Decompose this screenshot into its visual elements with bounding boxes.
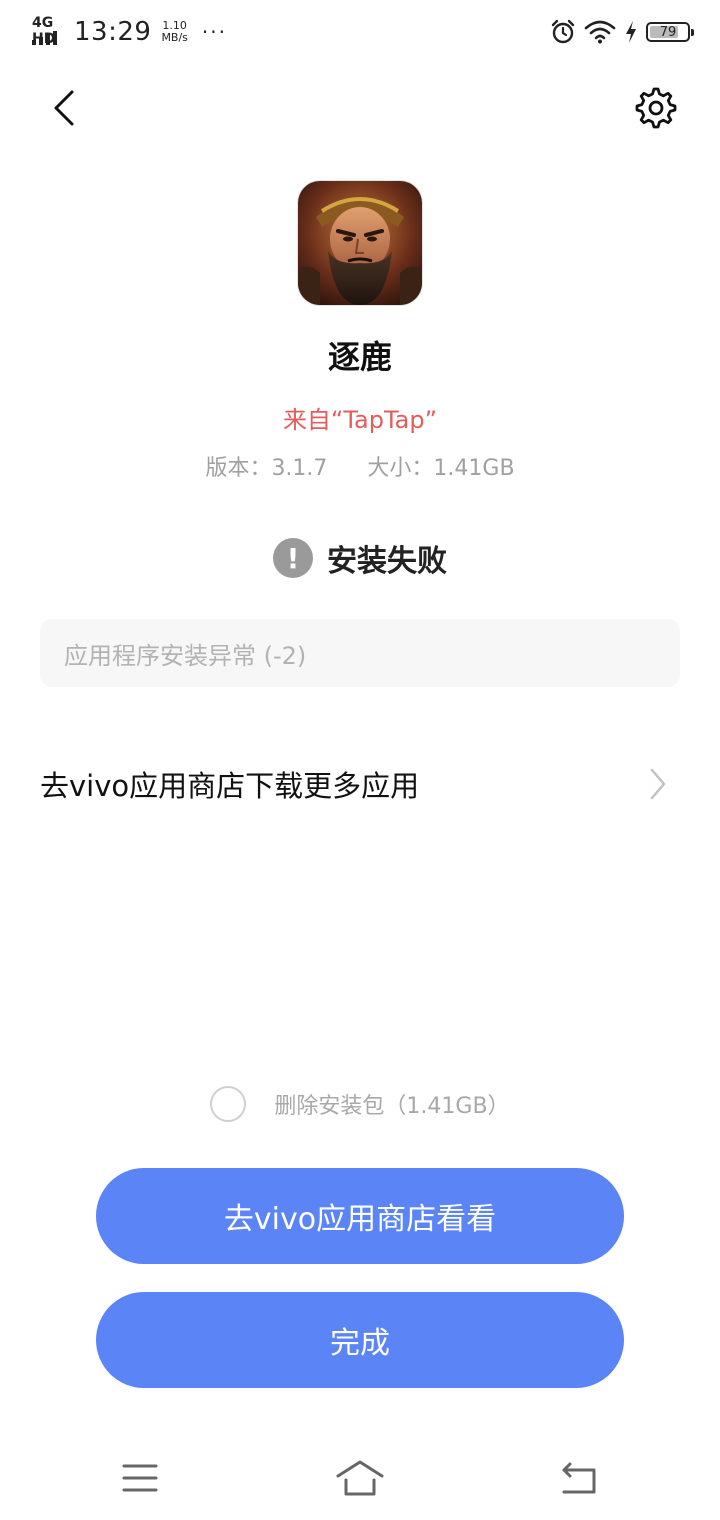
exclamation-icon: ! [273,538,313,578]
app-source: 来自“TapTap” [282,406,438,434]
store-link-row[interactable]: 去vivo应用商店下载更多应用 [40,752,680,816]
home-icon [336,1460,384,1496]
nav-back-button[interactable] [550,1456,610,1500]
battery-percent: 79 [659,24,677,40]
delete-package-label: 删除安装包（1.41GB） [274,1094,510,1119]
network-speed-unit: MB/s [161,31,188,44]
done-button[interactable]: 完成 [96,1292,624,1388]
error-message-box: 应用程序安装异常 (-2) [40,619,680,687]
warrior-portrait-icon [298,181,422,305]
cellular-signal-icon: 4G HD [30,15,68,47]
navigation-bar [0,1436,720,1520]
chevron-left-icon [54,90,74,126]
app-version: 版本：3.1.7 [205,456,328,481]
gear-icon [635,87,677,129]
nav-menu-button[interactable] [110,1456,170,1500]
back-icon [562,1462,596,1494]
menu-icon [122,1464,158,1492]
settings-button[interactable] [632,84,680,132]
app-name: 逐鹿 [327,338,392,376]
battery-icon: 79 [646,22,694,42]
charging-icon [626,21,636,43]
install-status: ! 安装失败 [0,536,720,580]
error-message: 应用程序安装异常 (-2) [64,641,307,670]
status-bar: 4G HD 13:29 1.10 MB/s ··· 79 [0,0,720,64]
status-bar-left: 4G HD 13:29 1.10 MB/s ··· [30,14,227,50]
install-status-text: 安装失败 [327,544,447,579]
delete-package-row: 删除安装包（1.41GB） [0,1082,720,1126]
app-meta: 版本：3.1.7 大小：1.41GB [0,450,720,482]
network-speed: 1.10 MB/s [161,20,187,44]
nav-home-button[interactable] [330,1456,390,1500]
back-button[interactable] [40,84,88,132]
chevron-right-icon [650,768,666,800]
status-bar-right: 79 [550,16,694,48]
clock: 13:29 [74,17,152,47]
store-link-label: 去vivo应用商店下载更多应用 [40,769,420,803]
alarm-icon [551,19,575,44]
app-icon [298,181,422,305]
delete-package-radio[interactable] [210,1086,247,1122]
app-size: 大小：1.41GB [367,456,515,481]
open-store-button[interactable]: 去vivo应用商店看看 [96,1168,624,1264]
wifi-icon [584,20,616,44]
more-notifications-icon: ··· [201,20,227,44]
